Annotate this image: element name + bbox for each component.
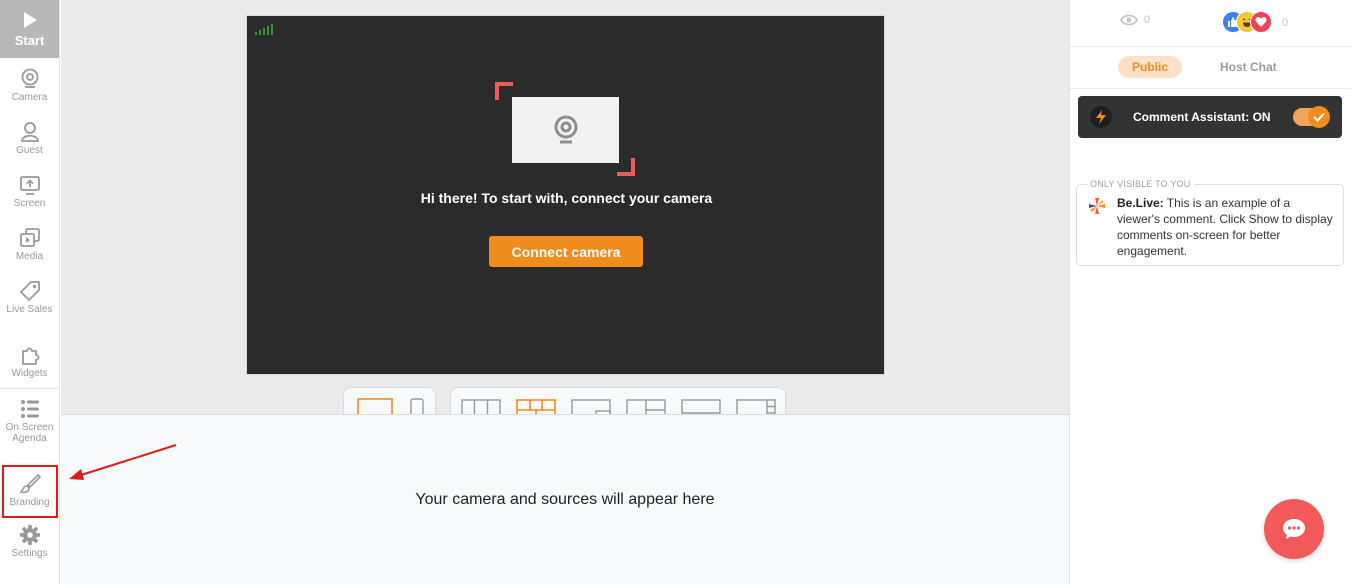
media-icon [19,227,41,249]
camera-card [512,97,619,163]
check-icon [1308,106,1330,128]
sidebar: Start Camera Guest Screen Media Live Sal… [0,0,60,584]
comment-assistant-toggle[interactable] [1293,106,1330,128]
sidebar-item-label: Screen [13,198,46,209]
sidebar-divider [0,388,59,389]
sidebar-item-label: Media [15,251,44,262]
sidebar-item-label: Settings [11,548,48,559]
views-stat: 0 [1120,14,1150,26]
sidebar-item-live-sales[interactable]: Live Sales [0,280,59,315]
frame-corner [495,82,513,100]
webcam-icon [19,68,41,90]
bolt-icon [1090,106,1112,128]
device-layout-tabs [343,387,436,422]
screen-share-icon [19,174,41,196]
sidebar-item-label: Widgets [11,368,48,379]
sidebar-item-media[interactable]: Media [0,227,59,262]
visibility-note: ONLY VISIBLE TO YOU [1087,179,1194,189]
example-comment: ONLY VISIBLE TO YOU Be.Live: This is an … [1076,179,1344,266]
comment-assistant-label: Comment Assistant: ON [1133,110,1271,124]
heart-icon [1250,11,1272,33]
sidebar-item-guest[interactable]: Guest [0,121,59,156]
camera-preview: Hi there! To start with, connect your ca… [246,15,885,375]
chat-panel: 0 0 Public Host Chat Comment Assistant: … [1069,0,1352,584]
comment-body: Be.Live: This is an example of a viewer'… [1117,195,1335,259]
reactions-stat: 0 [1222,11,1288,35]
tab-public[interactable]: Public [1118,56,1182,78]
sidebar-item-settings[interactable]: Settings [0,524,59,559]
sidebar-item-on-screen-agenda[interactable]: On Screen Agenda [0,398,59,444]
views-count: 0 [1144,14,1151,26]
stream-stats: 0 0 [1070,0,1351,47]
scene-layout-tabs [450,387,786,421]
frame-corner [617,158,635,176]
chat-support-button[interactable] [1264,499,1324,559]
gear-icon [19,524,41,546]
sidebar-item-label: Live Sales [6,304,53,315]
play-icon [23,11,37,28]
sidebar-item-screen[interactable]: Screen [0,174,59,209]
sidebar-item-widgets[interactable]: Widgets [0,344,59,379]
comment-assistant-bar: Comment Assistant: ON [1078,96,1342,138]
agenda-icon [19,398,41,420]
sidebar-item-label: On Screen Agenda [5,422,54,444]
sidebar-item-label: Camera [11,92,48,103]
eye-icon [1120,14,1138,26]
chat-bubble-icon [1283,519,1305,539]
chat-tabs: Public Host Chat [1070,47,1351,89]
sidebar-item-camera[interactable]: Camera [0,68,59,103]
connect-camera-button[interactable]: Connect camera [489,236,643,267]
sidebar-item-label: Guest [16,145,43,156]
tab-host-chat[interactable]: Host Chat [1220,60,1277,74]
camera-placeholder [495,82,635,176]
webcam-icon [554,115,577,144]
belive-logo-icon [1089,198,1105,214]
start-label: Start [14,32,45,48]
puzzle-icon [19,344,41,366]
comment-author: Be.Live: [1117,196,1164,210]
user-icon [19,121,41,143]
sources-area: Your camera and sources will appear here [61,414,1069,584]
studio-app: Start Camera Guest Screen Media Live Sal… [0,0,1352,584]
reaction-emojis [1222,11,1274,35]
sources-placeholder-message: Your camera and sources will appear here [415,491,715,508]
start-button[interactable]: Start [0,0,59,58]
connect-camera-message: Hi there! To start with, connect your ca… [420,190,713,206]
reactions-count: 0 [1282,17,1289,29]
branding-highlight-box [2,465,58,518]
signal-strength-icon [255,24,273,35]
tag-icon [19,280,41,302]
